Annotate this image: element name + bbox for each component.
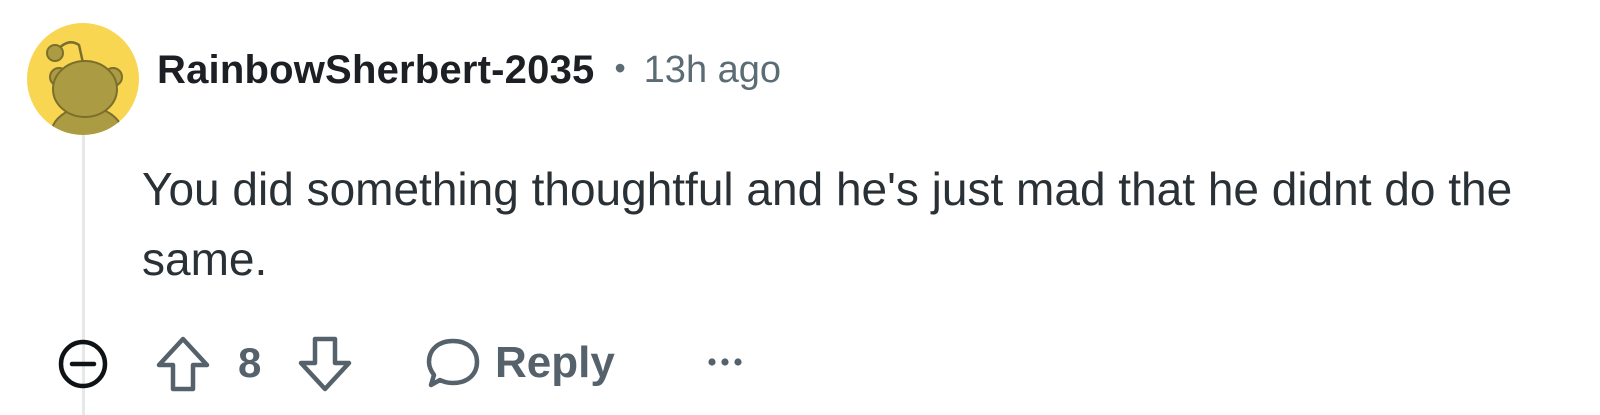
snoo-avatar-icon — [46, 41, 124, 135]
avatar[interactable] — [27, 23, 139, 135]
upvote-arrow-icon — [156, 336, 210, 392]
ellipsis-icon — [708, 358, 742, 366]
comment-action-bar: 8 Reply — [0, 330, 1600, 396]
downvote-button[interactable] — [297, 335, 353, 393]
username[interactable]: RainbowSherbert-2035 — [157, 48, 594, 93]
separator-dot: • — [614, 49, 626, 86]
timestamp[interactable]: 13h ago — [644, 49, 781, 92]
collapse-button[interactable] — [56, 337, 110, 391]
more-options-button[interactable] — [702, 344, 748, 380]
reply-button[interactable]: Reply — [425, 333, 615, 393]
vote-count: 8 — [238, 339, 262, 386]
comment-body: You did something thoughtful and he's ju… — [142, 163, 1513, 285]
reply-label: Reply — [495, 338, 615, 387]
upvote-button[interactable] — [155, 335, 211, 393]
downvote-arrow-icon — [298, 336, 352, 392]
comment-header: RainbowSherbert-2035 • 13h ago — [157, 44, 781, 96]
collapse-minus-icon — [58, 339, 108, 389]
speech-bubble-icon — [426, 338, 480, 388]
